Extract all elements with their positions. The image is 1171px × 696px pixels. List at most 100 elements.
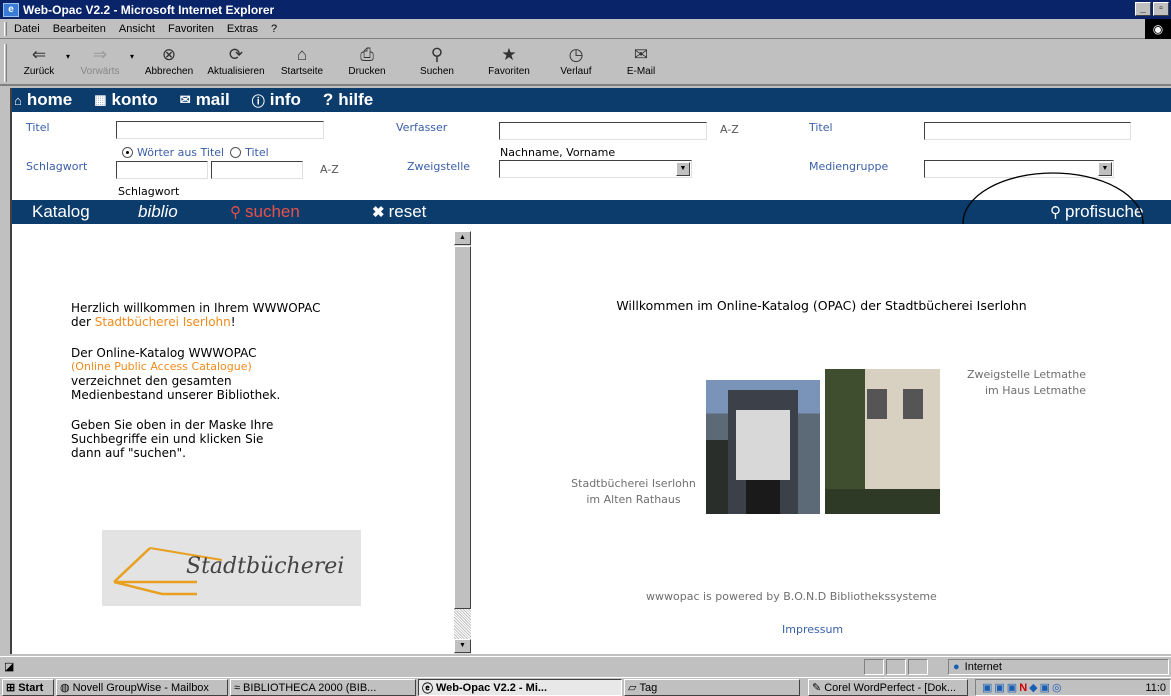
task-web-opac[interactable]: ⓔ Web-Opac V2.2 - Mi... [418,679,622,696]
refresh-icon: ⟳ [228,45,244,64]
refresh-button[interactable]: ⟳ Aktualisieren [200,40,272,84]
printer-icon: ⎙ [360,45,374,64]
home-button[interactable]: ⌂ Startseite [272,40,332,84]
tray-icons[interactable]: ▣▣▣N◆▣◎ [982,681,1064,694]
forward-button[interactable]: ⇒ Vorwärts [74,40,126,84]
scroll-up-icon[interactable]: ▲ [454,231,471,245]
back-arrow-icon: ⇐ [31,45,47,64]
back-button[interactable]: ⇐ Zurück [16,40,62,84]
stop-icon: ⊗ [161,45,177,64]
search-button[interactable]: ⚲ Suchen [402,40,472,84]
print-button[interactable]: ⎙ Drucken [332,40,402,84]
start-button[interactable]: ⊞ Start [2,679,54,696]
schlagwort-hint: Schlagwort [118,185,180,198]
menu-datei[interactable]: Datei [14,23,40,35]
zweigstelle-label: Zweigstelle [407,160,471,173]
status-cell-1 [864,659,884,675]
radio-titel[interactable] [230,147,242,158]
verfasser-input[interactable] [499,122,707,140]
task-wordperfect[interactable]: ✎ Corel WordPerfect - [Dok... [808,679,968,696]
tag-icon: ▱ [628,682,637,694]
history-button[interactable]: ◷ Verlauf [546,40,606,84]
window-titlebar: e Web-Opac V2.2 - Microsoft Internet Exp… [0,0,1171,19]
nav-hilfe[interactable]: ? hilfe [323,90,373,110]
question-icon: ? [322,90,334,109]
security-zone: ● Internet [948,659,1169,675]
schlagwort-input-2[interactable] [211,161,303,179]
chevron-down-icon: ▼ [676,162,690,176]
email-button[interactable]: ✉ E-Mail [606,40,676,84]
titel2-input[interactable] [924,122,1131,140]
titel-label: Titel [26,121,50,134]
opac-navbar: ⌂ home ▦ konto ✉ mail ⓘ info ? hilfe [12,88,1171,112]
favorites-button[interactable]: ★ Favoriten [472,40,546,84]
scroll-thumb[interactable] [454,246,471,609]
menu-bar: Datei Bearbeiten Ansicht Favoriten Extra… [0,19,1171,39]
history-icon: ◷ [568,45,584,64]
back-dropdown-icon[interactable]: ▾ [62,52,74,61]
nav-konto[interactable]: ▦ konto [94,90,158,110]
magnifier-icon: ⚲ [230,204,241,221]
window-title: Web-Opac V2.2 - Microsoft Internet Explo… [23,2,275,17]
zweigstelle-select[interactable]: ▼ [499,160,692,178]
minimize-button[interactable]: _ [1135,2,1151,16]
windows-taskbar: ⊞ Start ◍ Novell GroupWise - Mailbox ≈ BIBL… [0,677,1171,696]
search-icon: ⚲ [430,45,444,64]
wordperfect-icon: ✎ [812,682,822,694]
task-bibliotheca[interactable]: ≈ BIBLIOTHECA 2000 (BIB... [230,679,416,696]
katalog-tab[interactable]: Katalog [32,202,90,222]
opac-welcome-title: Willkommen im Online-Katalog (OPAC) der … [616,298,1027,313]
frame-left-edge [0,88,12,654]
page-status-icon: ◪ [4,661,15,673]
task-tag[interactable]: ▱ Tag [624,679,800,696]
forward-arrow-icon: ⇒ [92,45,108,64]
envelope-icon: ✉ [179,92,191,107]
schlagwort-input-1[interactable] [116,161,208,179]
favorites-folder-icon: ★ [501,45,517,64]
right-pane: Willkommen im Online-Katalog (OPAC) der … [472,224,1171,654]
menu-favoriten[interactable]: Favoriten [168,23,214,35]
nav-info[interactable]: ⓘ info [252,90,301,110]
powered-by-text: wwwopac is powered by B.O.N.D Bibliothek… [646,590,937,603]
info-icon: ⓘ [251,93,265,109]
stop-button[interactable]: ⊗ Abbrechen [138,40,200,84]
verfasser-az-link[interactable]: A-Z [720,123,739,136]
toolbar-grip [4,44,7,82]
schlagwort-az-link[interactable]: A-Z [320,163,339,176]
scroll-track[interactable] [454,609,471,639]
menu-extras[interactable]: Extras [227,23,258,35]
menubar-grip [4,22,7,36]
reset-button[interactable]: ✖ reset [372,202,426,222]
menu-bearbeiten[interactable]: Bearbeiten [53,23,106,35]
impressum-link[interactable]: Impressum [782,623,843,636]
verfasser-hint: Nachname, Vorname [500,146,616,159]
caption-iserlohn: Stadtbücherei Iserlohn im Alten Rathaus [571,477,696,506]
clock: 11:0 [1145,681,1166,694]
ie-app-icon: e [3,2,19,17]
menu-help[interactable]: ? [271,23,277,35]
menu-ansicht[interactable]: Ansicht [119,23,155,35]
forward-dropdown-icon[interactable]: ▾ [126,52,138,61]
status-bar: ◪ ● Internet [0,656,1171,676]
x-icon: ✖ [372,204,385,221]
nav-home[interactable]: ⌂ home [14,90,72,110]
verfasser-label: Verfasser [396,121,448,134]
nav-mail[interactable]: ✉ mail [180,90,230,110]
account-icon: ▦ [94,92,107,107]
house-icon: ⌂ [296,45,308,64]
logo-wordmark: Stadtbücherei [186,554,345,579]
maximize-button[interactable]: ▫ [1153,2,1169,16]
task-groupwise[interactable]: ◍ Novell GroupWise - Mailbox [56,679,228,696]
suchen-button[interactable]: ⚲ suchen [230,202,300,222]
status-cell-2 [886,659,906,675]
left-pane-scrollbar[interactable]: ▲ ▼ [454,231,471,654]
biblio-tab[interactable]: biblio [138,202,178,222]
scroll-down-icon[interactable]: ▼ [454,639,471,653]
windows-logo-icon: ⊞ [6,682,16,694]
ie-throbber-icon: ◉ [1145,19,1171,39]
photo-altes-rathaus [706,380,820,514]
radio-woerter-aus-titel[interactable] [122,147,133,158]
library-name-link[interactable]: Stadtbücherei Iserlohn [95,315,231,329]
titel-input[interactable] [116,121,324,139]
groupwise-icon: ◍ [60,682,70,694]
